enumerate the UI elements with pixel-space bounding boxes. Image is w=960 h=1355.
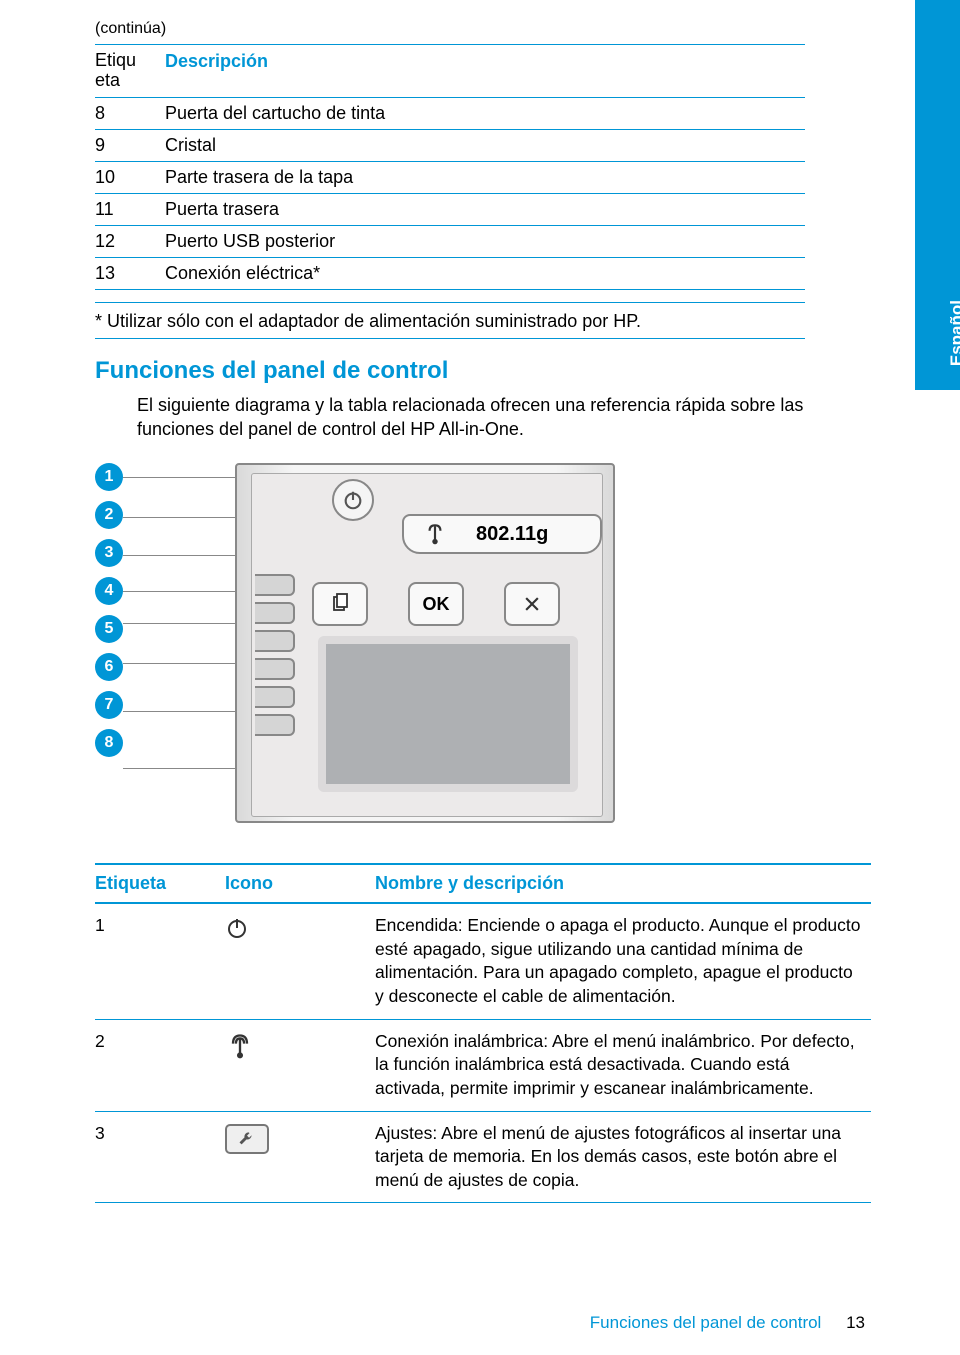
parts-row-num: 13 [95,257,165,289]
parts-row-desc: Parte trasera de la tapa [165,161,805,193]
section-intro: El siguiente diagrama y la tabla relacio… [137,393,857,442]
functions-row: 1 Encendida: Enciende o apaga el producto… [95,903,871,1019]
functions-header-etiqueta: Etiqueta [95,864,225,903]
callout-4: 4 [95,577,123,605]
parts-row: 10Parte trasera de la tapa [95,161,805,193]
parts-row-num: 9 [95,129,165,161]
parts-header-descripcion: Descripción [165,45,805,98]
functions-row-icon [225,903,375,1019]
parts-row-num: 12 [95,225,165,257]
callout-6: 6 [95,653,123,681]
parts-header-etiqueta: Etiqu eta [95,45,165,98]
wifi-icon [422,521,448,547]
language-tab-label: Español [947,300,960,366]
wrench-icon [235,1129,259,1149]
x-icon [522,594,542,614]
side-button-4[interactable] [255,658,295,680]
document-stack-icon [328,592,352,616]
parts-row-desc: Cristal [165,129,805,161]
parts-row: 11Puerta trasera [95,193,805,225]
parts-row: 9Cristal [95,129,805,161]
display-screen [318,636,578,792]
control-panel-diagram: 1 2 3 4 5 6 7 8 [95,463,655,833]
parts-row-num: 10 [95,161,165,193]
table-continued-label: (continúa) [95,20,865,38]
ok-button[interactable]: OK [408,582,464,626]
power-icon [342,489,364,511]
parts-row-desc: Puerto USB posterior [165,225,805,257]
side-button-6[interactable] [255,714,295,736]
functions-row: 3 Ajustes: Abre el menú de ajustes fotogr… [95,1111,871,1203]
cancel-button[interactable] [504,582,560,626]
wifi-indicator: 802.11g [402,514,602,554]
functions-table: Etiqueta Icono Nombre y descripción 1 Enc… [95,863,871,1203]
power-icon [225,916,249,940]
footer-title: Funciones del panel de control [590,1313,822,1332]
section-heading: Funciones del panel de control [95,357,865,385]
functions-row-num: 1 [95,903,225,1019]
functions-row-desc: Encendida: Enciende o apaga el producto.… [375,903,871,1019]
parts-table: Etiqu eta Descripción 8Puerta del cartuc… [95,44,805,290]
callout-7: 7 [95,691,123,719]
functions-row-desc: Conexión inalámbrica: Abre el menú inalá… [375,1019,871,1111]
functions-row-num: 3 [95,1111,225,1203]
parts-row: 13Conexión eléctrica* [95,257,805,289]
parts-row-desc: Conexión eléctrica* [165,257,805,289]
parts-row-num: 11 [95,193,165,225]
language-tab: Español [915,0,960,390]
parts-row-desc: Puerta del cartucho de tinta [165,97,805,129]
parts-footnote: * Utilizar sólo con el adaptador de alim… [95,302,805,339]
callout-5: 5 [95,615,123,643]
parts-row: 8Puerta del cartucho de tinta [95,97,805,129]
page-footer: Funciones del panel de control 13 [590,1313,865,1333]
parts-row: 12Puerto USB posterior [95,225,805,257]
side-button-3[interactable] [255,630,295,652]
functions-row-icon [225,1111,375,1203]
functions-header-icono: Icono [225,864,375,903]
functions-row-icon [225,1019,375,1111]
functions-row-num: 2 [95,1019,225,1111]
side-buttons [255,574,295,742]
functions-header-nombre: Nombre y descripción [375,864,871,903]
side-button-2[interactable] [255,602,295,624]
callout-1: 1 [95,463,123,491]
callout-2: 2 [95,501,123,529]
functions-row: 2 Conexión inalámbrica: Abre el menú inal… [95,1019,871,1111]
footer-page-number: 13 [846,1313,865,1332]
callout-3: 3 [95,539,123,567]
side-button-1[interactable] [255,574,295,596]
functions-row-desc: Ajustes: Abre el menú de ajustes fotográ… [375,1111,871,1203]
wifi-label: 802.11g [476,523,548,546]
parts-row-num: 8 [95,97,165,129]
power-button[interactable] [332,479,374,521]
settings-button[interactable] [312,582,368,626]
callout-8: 8 [95,729,123,757]
parts-row-desc: Puerta trasera [165,193,805,225]
side-button-5[interactable] [255,686,295,708]
wifi-icon [225,1032,255,1060]
